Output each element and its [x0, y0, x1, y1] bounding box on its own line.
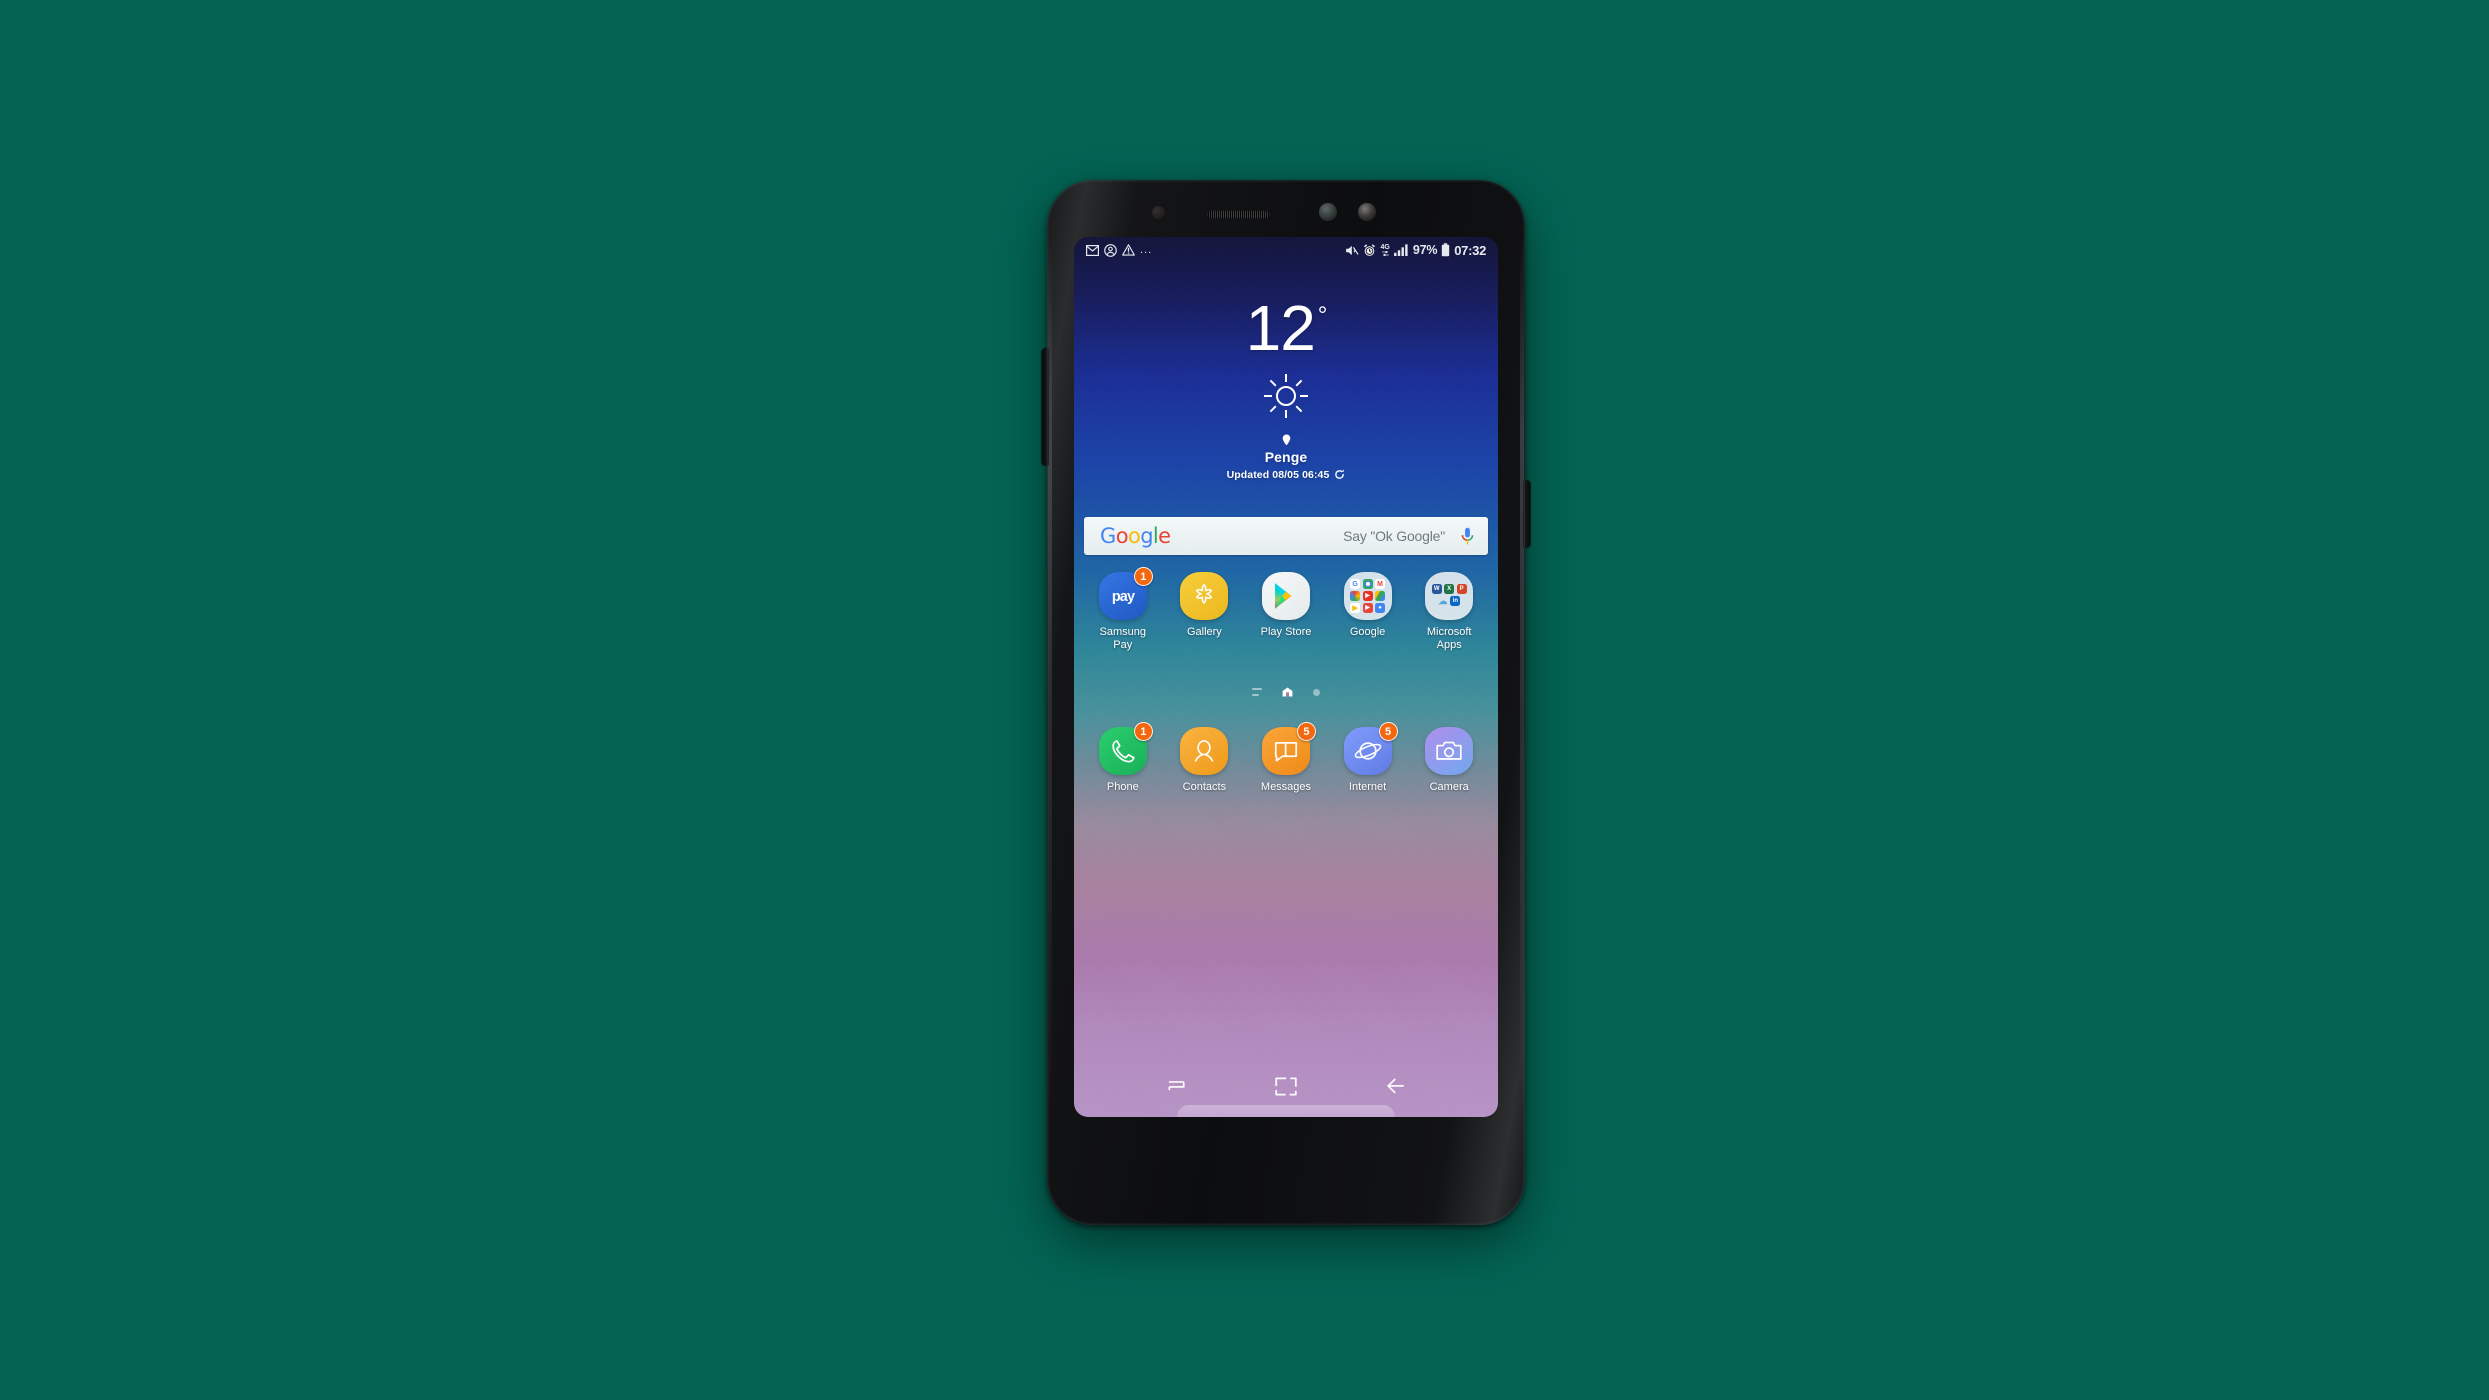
phone-screen[interactable]: ... 4G 97% 07:32 12 ° Penge Updated 08/0…	[1074, 237, 1498, 1117]
warning-icon	[1122, 244, 1135, 256]
front-camera-icon	[1358, 203, 1376, 221]
app-label: Microsoft Apps	[1426, 626, 1472, 651]
camera-icon[interactable]	[1425, 727, 1474, 775]
search-input[interactable]: Say "Ok Google"	[1343, 528, 1445, 544]
account-icon	[1104, 243, 1117, 257]
bottom-bezel	[1047, 1117, 1525, 1225]
app-label: Google	[1349, 626, 1386, 638]
page-indicator-home-active[interactable]	[1282, 687, 1293, 697]
mini-icon-drive	[1375, 591, 1386, 601]
google-folder-icon[interactable]: G M ▶ ▶ ▶ ●	[1343, 572, 1392, 620]
app-gallery[interactable]: Gallery	[1164, 572, 1246, 651]
app-messages[interactable]: 5 Messages	[1245, 722, 1327, 794]
sun-icon	[1264, 373, 1308, 418]
gallery-icon[interactable]	[1180, 572, 1229, 620]
home-icon[interactable]	[1275, 1076, 1297, 1097]
badge-count: 1	[1133, 722, 1153, 741]
app-label: Contacts	[1182, 781, 1227, 793]
contacts-icon[interactable]	[1180, 727, 1229, 775]
google-logo-letter: G	[1100, 524, 1116, 548]
app-contacts[interactable]: Contacts	[1164, 727, 1246, 794]
app-label: Phone	[1106, 781, 1139, 793]
folder-google[interactable]: G M ▶ ▶ ▶ ● Google	[1327, 572, 1409, 651]
google-search-bar[interactable]: G o o g l e Say "Ok Google"	[1084, 517, 1488, 555]
weather-city-label: Penge	[1264, 448, 1308, 465]
battery-icon	[1442, 243, 1450, 257]
svg-text:pay: pay	[1112, 589, 1135, 605]
mini-icon-play-store: ▶	[1350, 603, 1361, 613]
app-internet[interactable]: 5 Internet	[1327, 722, 1409, 794]
weather-updated-label: Updated 08/05 06:45	[1226, 468, 1330, 481]
app-drawer-handle[interactable]	[1177, 1105, 1395, 1117]
google-logo: G o o g l e	[1100, 524, 1171, 548]
volume-rocker-button[interactable]	[1042, 348, 1049, 466]
mini-icon-chrome	[1362, 579, 1373, 589]
badge-count: 5	[1296, 722, 1316, 741]
mute-icon	[1346, 245, 1360, 255]
mini-icon-gmail: M	[1375, 579, 1386, 589]
mini-icon-linkedin: in	[1450, 596, 1461, 606]
home-app-row: pay 1 Samsung Pay Gallery Play Store G M…	[1082, 567, 1490, 651]
navigation-bar	[1074, 1069, 1498, 1103]
play-store-icon[interactable]	[1261, 572, 1310, 620]
location-pin-icon	[1282, 434, 1290, 446]
mini-icon-google: G	[1350, 579, 1361, 589]
weather-widget[interactable]: 12 ° Penge Updated 08/05 06:45	[1074, 292, 1498, 481]
power-button[interactable]	[1523, 480, 1530, 548]
signal-bars-icon	[1393, 244, 1408, 256]
weather-degree-symbol: °	[1317, 302, 1328, 329]
data-transfer-icon: 4G	[1380, 244, 1390, 256]
status-clock: 07:32	[1454, 242, 1486, 258]
badge-count: 5	[1378, 722, 1398, 741]
google-logo-letter: o	[1127, 524, 1141, 548]
mini-icon-play-movies: ▶	[1362, 603, 1373, 613]
app-play-store[interactable]: Play Store	[1245, 572, 1327, 651]
app-label: Messages	[1260, 781, 1312, 793]
alarm-icon	[1364, 243, 1376, 256]
mini-icon-duo: ●	[1375, 603, 1386, 613]
mini-icon-photos	[1350, 591, 1361, 601]
microphone-icon[interactable]	[1461, 527, 1474, 546]
iris-scanner-icon	[1319, 203, 1337, 221]
status-bar[interactable]: ... 4G 97% 07:32	[1074, 237, 1498, 263]
folder-microsoft-apps[interactable]: W X P ☁ in Microsoft Apps	[1408, 572, 1490, 651]
app-dock: 1 Phone Contacts 5 Messages 5 Internet C…	[1082, 722, 1490, 794]
weather-updated-row[interactable]: Updated 08/05 06:45	[1227, 469, 1346, 481]
app-samsung-pay[interactable]: pay 1 Samsung Pay	[1082, 567, 1164, 651]
right-rail-gloss	[1520, 240, 1524, 1120]
phone-device: ... 4G 97% 07:32 12 ° Penge Updated 08/0…	[1042, 180, 1530, 1225]
recents-icon[interactable]	[1166, 1077, 1187, 1095]
app-label: Play Store	[1260, 626, 1312, 638]
back-arrow-icon[interactable]	[1385, 1077, 1406, 1095]
proximity-sensor-icon	[1152, 206, 1165, 219]
mini-icon-excel: X	[1444, 584, 1455, 594]
page-indicator[interactable]	[1074, 687, 1498, 697]
app-label: Samsung Pay	[1099, 626, 1147, 651]
mini-icon-youtube: ▶	[1362, 591, 1373, 601]
weather-temperature-value: 12	[1245, 292, 1316, 364]
app-label: Gallery	[1186, 626, 1222, 638]
mini-icon-powerpoint: P	[1456, 584, 1467, 594]
app-phone[interactable]: 1 Phone	[1082, 722, 1164, 794]
gmail-icon	[1086, 244, 1099, 256]
page-indicator-page-2[interactable]	[1313, 688, 1320, 696]
top-bezel	[1047, 180, 1525, 238]
earpiece-speaker-icon	[1207, 210, 1270, 219]
status-overflow-dots: ...	[1140, 244, 1153, 256]
app-camera[interactable]: Camera	[1408, 727, 1490, 794]
google-logo-letter: e	[1158, 524, 1171, 548]
google-logo-letter: o	[1115, 524, 1129, 548]
mini-icon-onedrive: ☁	[1438, 596, 1448, 606]
battery-percent-label: 97%	[1412, 243, 1438, 257]
app-label: Internet	[1348, 781, 1387, 793]
refresh-icon[interactable]	[1334, 469, 1345, 480]
page-indicator-bixby[interactable]	[1252, 688, 1262, 696]
mini-icon-word: W	[1431, 584, 1442, 594]
microsoft-folder-icon[interactable]: W X P ☁ in	[1425, 572, 1474, 620]
google-logo-letter: g	[1140, 524, 1153, 548]
badge-count: 1	[1133, 567, 1153, 586]
app-label: Camera	[1429, 781, 1469, 793]
weather-temperature: 12 °	[1245, 292, 1328, 364]
